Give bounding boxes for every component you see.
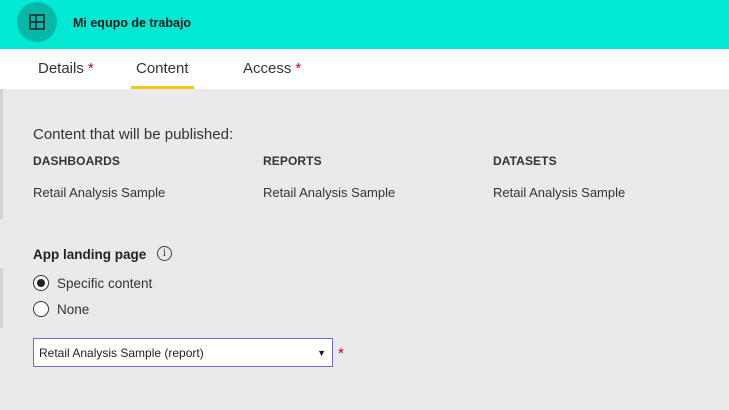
dropdown-arrow-icon[interactable]: ▼: [317, 348, 326, 358]
radio-specific-content[interactable]: Specific content: [33, 275, 152, 291]
dataset-item: Retail Analysis Sample: [493, 185, 626, 200]
tab-details[interactable]: Details *: [38, 60, 94, 89]
radio-label: None: [57, 301, 90, 317]
required-marker: *: [338, 345, 344, 362]
app-header: Mi equpo de trabajo: [0, 0, 729, 49]
workspace-icon: [29, 14, 45, 30]
tab-label: Access: [243, 60, 292, 77]
tab-label: Content: [136, 60, 189, 77]
report-item: Retail Analysis Sample: [263, 185, 396, 200]
tab-access[interactable]: Access *: [243, 60, 301, 89]
radio-button[interactable]: [33, 275, 49, 291]
tab-label: Details: [38, 60, 84, 77]
workspace-title: Mi equpo de trabajo: [73, 16, 192, 30]
published-content-title: Content that will be published:: [33, 126, 234, 143]
required-marker: *: [87, 60, 94, 77]
tab-bar: Details * Content Access *: [0, 49, 729, 89]
datasets-header: DATASETS: [493, 154, 557, 168]
left-edge-strip: [0, 89, 3, 219]
dashboard-item: Retail Analysis Sample: [33, 185, 166, 200]
radio-none[interactable]: None: [33, 301, 89, 317]
workspace-avatar[interactable]: [17, 2, 57, 42]
tab-content[interactable]: Content: [131, 60, 194, 89]
radio-label: Specific content: [57, 275, 153, 291]
landing-page-label: App landing page: [33, 247, 147, 262]
left-edge-strip: [0, 268, 3, 328]
dashboards-header: DASHBOARDS: [33, 154, 121, 168]
radio-button[interactable]: [33, 301, 49, 317]
select-value: Retail Analysis Sample (report): [39, 345, 204, 360]
required-marker: *: [295, 60, 302, 77]
landing-page-select[interactable]: Retail Analysis Sample (report) ▼: [33, 338, 333, 367]
info-icon[interactable]: i: [157, 246, 172, 261]
reports-header: REPORTS: [263, 154, 322, 168]
